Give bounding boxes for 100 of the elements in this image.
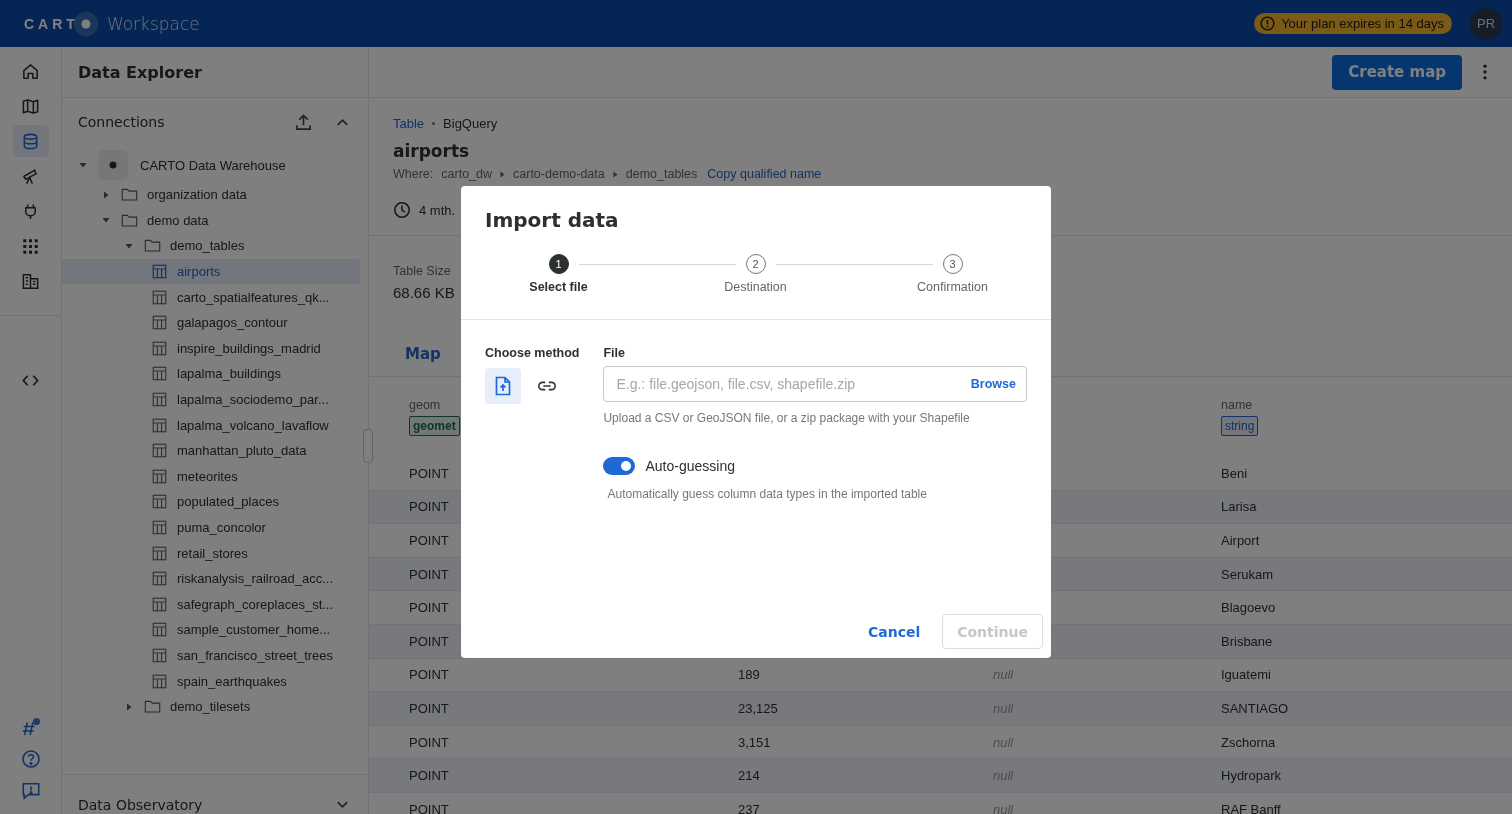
connection-icon [98, 150, 128, 180]
table-cell: POINT [409, 734, 449, 750]
table-icon [151, 417, 168, 433]
tree-item[interactable]: inspire_buildings_madrid [62, 335, 360, 362]
field-label: Choose method [485, 346, 580, 360]
file-input[interactable]: E.g.: file.geojson, file.csv, shapefile.zip Browse [603, 366, 1027, 402]
table-cell: Iguatemi [1221, 667, 1271, 683]
path-text: carto-demo-data [513, 167, 605, 181]
telescope-icon [21, 166, 40, 186]
step-label: Confirmation [917, 280, 988, 294]
table-cell: POINT [409, 667, 449, 683]
table-cell: POINT [409, 465, 449, 481]
tree-item[interactable]: galapagos_contour [62, 309, 360, 336]
tree-item[interactable]: demo_tables [62, 233, 360, 259]
resize-handle[interactable] [363, 429, 373, 463]
caret-icon[interactable] [124, 241, 134, 251]
tree-item[interactable]: demo_tilesets [62, 693, 360, 720]
copy-link[interactable]: Copy qualified name [707, 167, 822, 181]
toggle-switch[interactable] [603, 457, 636, 475]
create-map-button[interactable]: Create map [1332, 54, 1462, 90]
method-button[interactable] [485, 368, 521, 404]
building-icon [21, 271, 40, 291]
tree-item[interactable]: lapalma_buildings [62, 361, 360, 387]
tree-item[interactable]: airports [62, 258, 360, 285]
table-icon [151, 443, 168, 459]
step-number: 1 [548, 254, 569, 274]
field-label: File [603, 346, 626, 360]
column-header: name [1221, 398, 1253, 412]
type-tag: string [1221, 416, 1259, 436]
map-icon [21, 96, 40, 116]
caret-icon[interactable] [124, 701, 134, 712]
tree-item[interactable]: riskanalysis_railroad_acc... [62, 565, 360, 592]
tree-item[interactable]: carto_spatialfeatures_qk... [62, 284, 360, 310]
user-avatar[interactable]: PR [1470, 7, 1502, 40]
table-cell: POINT [409, 499, 449, 515]
tree-item[interactable]: populated_places [62, 489, 360, 515]
panel-title: Data Explorer [78, 62, 202, 82]
warning-icon [1260, 16, 1276, 31]
more-options-icon[interactable] [1482, 63, 1488, 81]
tree-item[interactable]: spain_earthquakes [62, 668, 360, 694]
tree-item[interactable]: CARTO Data Warehouse [62, 148, 360, 182]
table-icon [151, 289, 168, 305]
caret-icon[interactable] [78, 160, 88, 170]
plan-notice[interactable]: Your plan expires in 14 days [1254, 13, 1452, 34]
helper-text: Automatically guess column data types in the imported table [607, 487, 928, 501]
folder-icon [121, 212, 138, 228]
step-label: Select file [529, 280, 588, 294]
column-header: geom [409, 398, 441, 412]
table-cell: Hydropark [1221, 768, 1281, 784]
toggle-label: Auto-guessing [645, 458, 735, 474]
home-icon [21, 61, 40, 81]
table-cell: Blagoevo [1221, 600, 1276, 616]
cancel-button[interactable]: Cancel [861, 615, 927, 648]
tree-item[interactable]: puma_concolor [62, 514, 360, 541]
table-cell: Serukam [1221, 566, 1274, 582]
table-icon [151, 366, 168, 382]
table-cell: Beni [1221, 465, 1248, 481]
carto-logo[interactable]: CART [24, 10, 99, 37]
table-title: airports [393, 141, 471, 161]
browse-button[interactable]: Browse [970, 377, 1016, 391]
caret-icon [500, 170, 506, 178]
hashtag-icon [20, 716, 41, 737]
table-cell: 3,151 [738, 734, 771, 750]
tree-item[interactable]: demo data [62, 207, 360, 234]
tree-item[interactable]: sample_customer_home... [62, 617, 360, 643]
table-cell: POINT [409, 801, 449, 814]
table-cell: 189 [738, 667, 760, 683]
type-tag: geomet [409, 416, 460, 436]
table-cell: 237 [738, 801, 760, 814]
nav-button[interactable] [12, 125, 49, 157]
table-cell: RAF Banff [1221, 801, 1281, 814]
tree-item[interactable]: lapalma_volcano_lavaflow [62, 412, 360, 438]
dialog-title: Import data [485, 208, 620, 232]
table-cell: POINT [409, 566, 449, 582]
tree-item[interactable]: organization data [62, 182, 360, 208]
tree-item[interactable]: san_francisco_street_trees [62, 642, 360, 669]
size-value: 68.66 KB [393, 284, 455, 301]
table-icon [151, 545, 168, 561]
table-cell: Zschorna [1221, 734, 1276, 750]
table-cell: Larisa [1221, 499, 1257, 515]
step-number: 2 [745, 254, 766, 274]
table-cell: 214 [738, 768, 760, 784]
tree-item[interactable]: meteorites [62, 463, 360, 490]
table-icon [151, 596, 168, 612]
path-text: carto_dw [441, 167, 493, 181]
table-cell: 23,125 [738, 700, 778, 716]
breadcrumb-link[interactable]: Table [393, 116, 425, 131]
source-label: BigQuery [443, 116, 498, 131]
tree-item[interactable]: lapalma_sociodemo_par... [62, 386, 360, 413]
tree-item[interactable]: manhattan_pluto_data [62, 437, 360, 464]
caret-icon[interactable] [101, 189, 111, 200]
tab[interactable]: Map [393, 332, 453, 376]
folder-icon [121, 187, 138, 203]
table-cell: Brisbane [1221, 633, 1273, 649]
tree-item[interactable]: safegraph_coreplaces_st... [62, 591, 360, 618]
table-cell: POINT [409, 600, 449, 616]
section-title: Connections [78, 114, 166, 130]
tree-item[interactable]: retail_stores [62, 540, 360, 566]
table-icon [151, 468, 168, 484]
upload-icon[interactable] [294, 112, 313, 132]
